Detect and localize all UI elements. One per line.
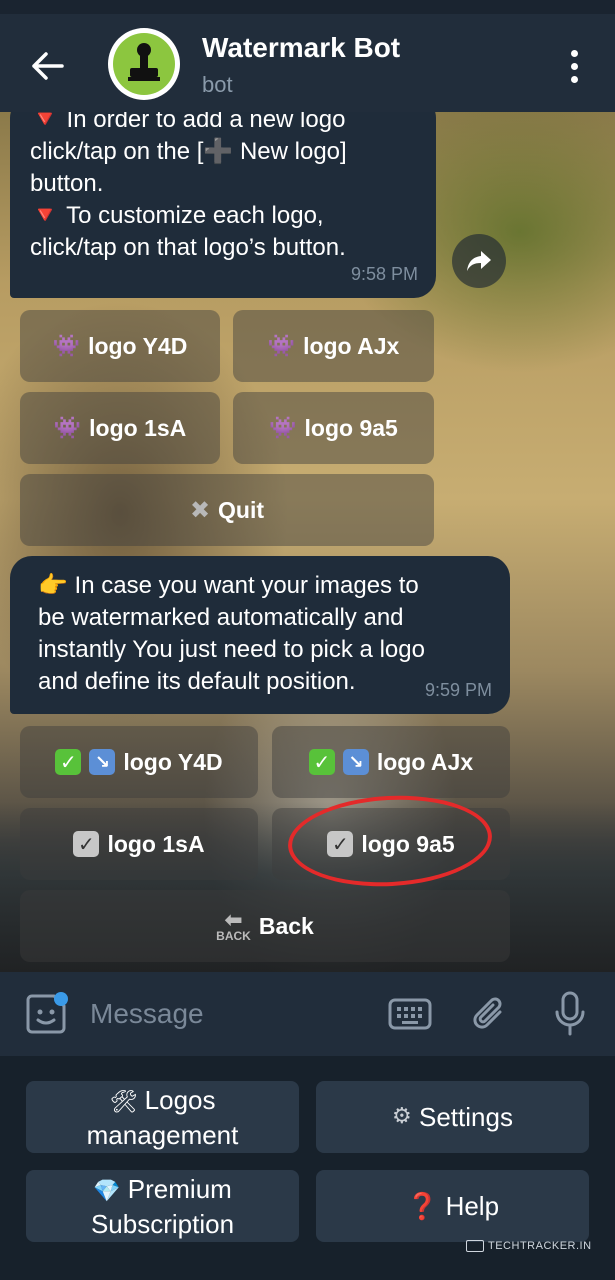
alien-icon: 👾 bbox=[53, 415, 82, 441]
button-label: management bbox=[86, 1119, 239, 1150]
button-label: Back bbox=[258, 912, 314, 939]
settings-button[interactable]: ⚙ Settings bbox=[316, 1081, 589, 1153]
keyboard-icon[interactable] bbox=[388, 996, 432, 1032]
chat-title: Watermark Bot bbox=[202, 32, 401, 63]
message-composer bbox=[0, 972, 615, 1056]
check-mark-icon: ✓ bbox=[308, 749, 335, 775]
alien-icon: 👾 bbox=[267, 333, 296, 359]
button-label: Quit bbox=[218, 496, 265, 523]
back-arrow-icon[interactable] bbox=[28, 46, 68, 86]
gear-icon: ⚙ bbox=[392, 1104, 412, 1129]
message-line: 🔻 In order to add a new logo bbox=[30, 112, 346, 133]
message-time: 9:58 PM bbox=[350, 264, 418, 284]
site-watermark: TECHTRACKER.IN bbox=[466, 1240, 592, 1252]
tools-icon: 🛠 bbox=[109, 1089, 138, 1115]
arrow-down-right-icon: ↘ bbox=[342, 749, 369, 775]
inline-button-back[interactable]: ⬅ BACK Back bbox=[20, 890, 510, 962]
more-options-icon[interactable] bbox=[556, 44, 592, 88]
button-label: logo AJx bbox=[376, 748, 474, 775]
avatar[interactable] bbox=[108, 28, 180, 100]
button-label: Settings bbox=[419, 1102, 513, 1132]
back-icon: ⬅ BACK bbox=[216, 907, 251, 943]
inline-button-quit[interactable]: ✖ Quit bbox=[20, 474, 434, 546]
message-line: 🔻 To customize each logo, bbox=[30, 202, 324, 229]
message-line: instantly You just need to pick a logo bbox=[38, 636, 425, 663]
chat-header: Watermark Bot bot bbox=[0, 14, 615, 112]
inline-button-logo-y4d[interactable]: 👾 logo Y4D bbox=[20, 310, 220, 382]
notification-dot bbox=[54, 992, 68, 1006]
logos-management-button[interactable]: 🛠 Logos management bbox=[26, 1081, 299, 1153]
inline-button-logo-9a5[interactable]: 👾 logo 9a5 bbox=[233, 392, 434, 464]
question-mark-icon: ❓ bbox=[405, 1191, 439, 1221]
microphone-icon[interactable] bbox=[550, 990, 590, 1038]
inline-button-logo-ajx-default[interactable]: ✓ ↘ logo AJx bbox=[272, 726, 510, 798]
inline-button-logo-1sa-select[interactable]: ✓ logo 1sA bbox=[20, 808, 258, 880]
message-line: 👉 In case you want your images to bbox=[38, 572, 419, 599]
inline-button-logo-ajx[interactable]: 👾 logo AJx bbox=[233, 310, 434, 382]
inline-button-logo-1sa[interactable]: 👾 logo 1sA bbox=[20, 392, 220, 464]
chat-area[interactable]: 🔻 In order to add a new logo click/tap o… bbox=[0, 112, 615, 972]
message-bubble: 🔻 In order to add a new logo click/tap o… bbox=[10, 112, 436, 298]
premium-subscription-button[interactable]: 💎 Premium Subscription bbox=[26, 1170, 299, 1242]
button-label: logo 1sA bbox=[89, 414, 187, 441]
browser-icon bbox=[466, 1240, 484, 1252]
button-label: Subscription bbox=[90, 1208, 235, 1239]
button-label: Logos bbox=[144, 1084, 216, 1115]
alien-icon: 👾 bbox=[52, 333, 81, 359]
status-bar bbox=[0, 0, 615, 14]
help-button[interactable]: ❓ Help bbox=[316, 1170, 589, 1242]
message-line: click/tap on the [➕ New logo] bbox=[30, 138, 347, 165]
message-input[interactable] bbox=[90, 994, 370, 1034]
message-bubble: 👉 In case you want your images to be wat… bbox=[10, 556, 510, 714]
check-mark-icon: ✓ bbox=[55, 749, 82, 775]
button-label: Premium bbox=[127, 1173, 232, 1204]
message-line: be watermarked automatically and bbox=[38, 604, 404, 631]
message-time: 9:59 PM bbox=[424, 680, 492, 700]
checkbox-icon: ✓ bbox=[73, 831, 100, 857]
chat-subtitle: bot bbox=[202, 72, 233, 97]
button-label: logo 1sA bbox=[107, 830, 205, 857]
close-icon: ✖ bbox=[189, 496, 211, 524]
attach-icon[interactable] bbox=[470, 992, 510, 1036]
button-label: Help bbox=[445, 1191, 500, 1221]
diamond-icon: 💎 bbox=[93, 1178, 121, 1204]
arrow-down-right-icon: ↘ bbox=[89, 749, 116, 775]
message-line: and define its default position. bbox=[38, 668, 356, 695]
alien-icon: 👾 bbox=[269, 415, 297, 441]
share-icon[interactable] bbox=[452, 234, 506, 288]
button-label: logo AJx bbox=[303, 332, 400, 359]
button-label: logo Y4D bbox=[88, 332, 188, 359]
button-label: logo 9a5 bbox=[304, 414, 398, 441]
button-label: logo Y4D bbox=[123, 748, 223, 775]
message-line: button. bbox=[30, 170, 104, 197]
inline-button-logo-y4d-default[interactable]: ✓ ↘ logo Y4D bbox=[20, 726, 258, 798]
